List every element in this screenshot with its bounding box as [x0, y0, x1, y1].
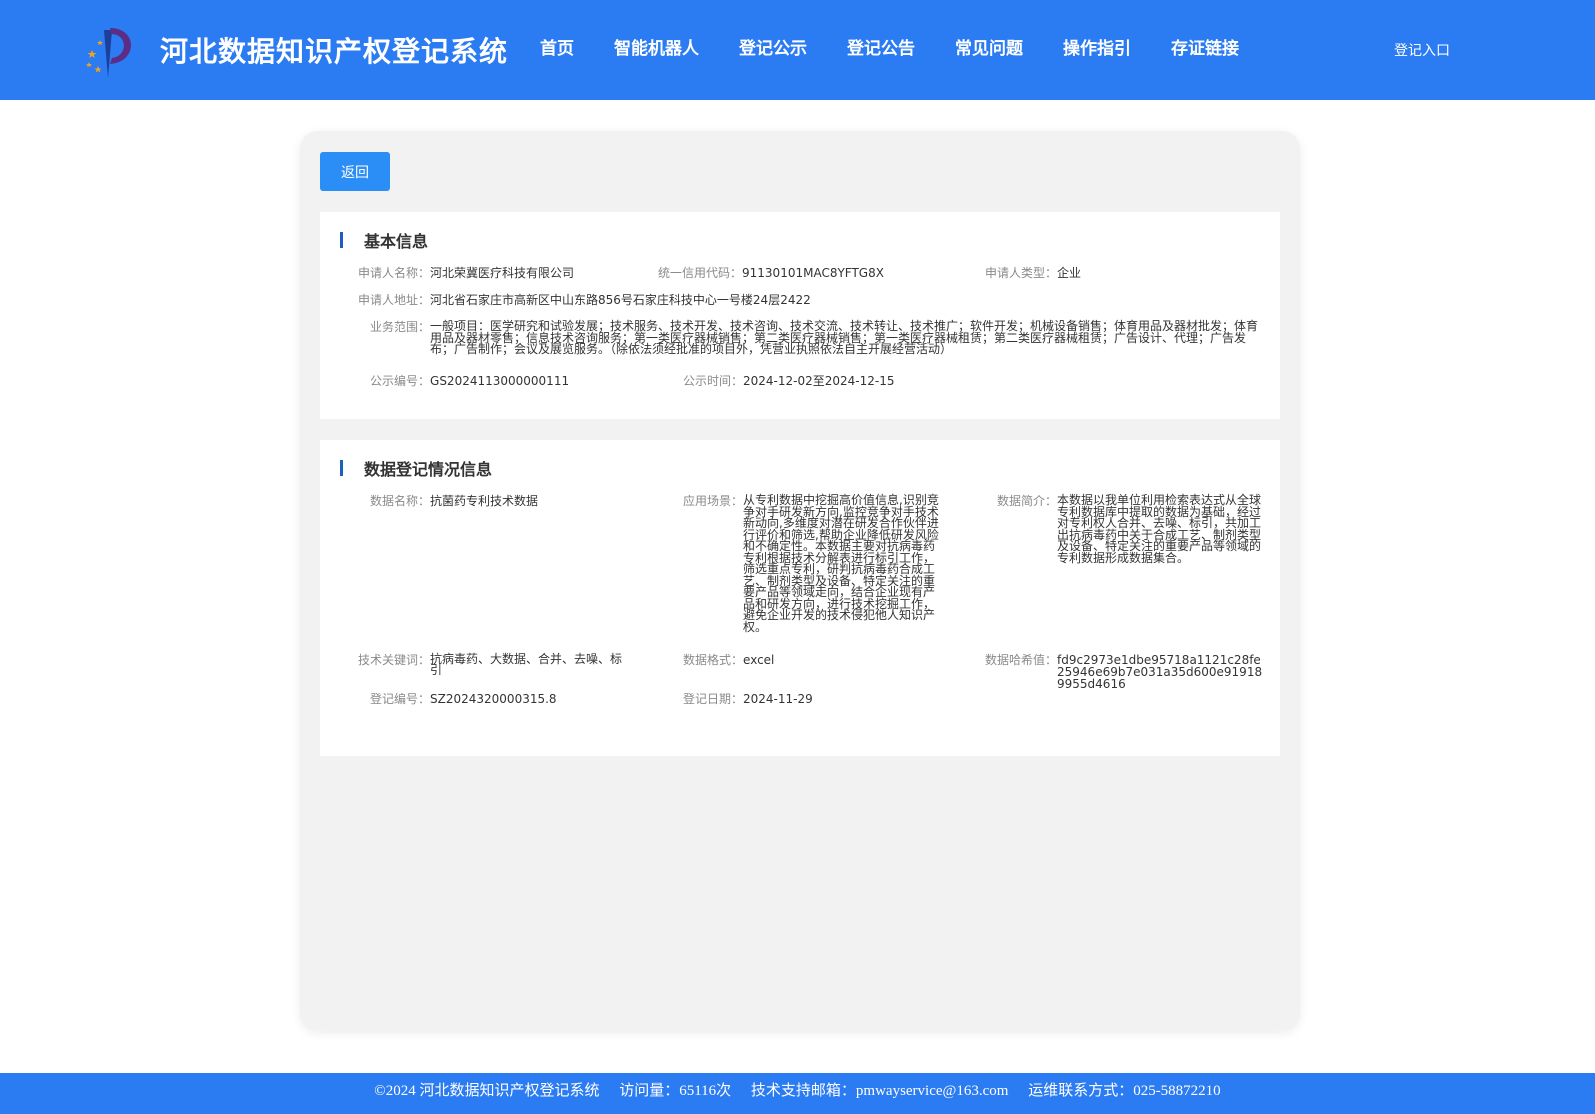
footer-copyright: ©2024 河北数据知识产权登记系统	[374, 1083, 600, 1099]
nav-evidence-link[interactable]: 存证链接	[1171, 34, 1239, 59]
back-button[interactable]: 返回	[320, 152, 390, 191]
footer-visits: 访问量：65116次	[619, 1083, 732, 1099]
notice-no-label: 公示编号：	[370, 374, 431, 388]
business-scope-label: 业务范围：	[370, 320, 431, 334]
login-link[interactable]: 登记入口	[1394, 40, 1450, 60]
nav-registration-announcement[interactable]: 登记公告	[847, 34, 915, 59]
address-label: 申请人地址：	[358, 293, 431, 307]
basic-info-card: 基本信息 申请人名称： 河北荣冀医疗科技有限公司 统一信用代码： 9113010…	[320, 212, 1280, 419]
nav-registration-publicity[interactable]: 登记公示	[739, 34, 807, 59]
address-value: 河北省石家庄市高新区中山东路856号石家庄科技中心一号楼24层2422	[430, 293, 811, 307]
data-hash-label: 数据哈希值：	[985, 653, 1058, 667]
page-footer: ©2024 河北数据知识产权登记系统 访问量：65116次 技术支持邮箱：pmw…	[0, 1073, 1595, 1114]
top-header: 河北数据知识产权登记系统 首页 智能机器人 登记公示 登记公告 常见问题 操作指…	[0, 0, 1595, 100]
footer-phone: 运维联系方式：025-58872210	[1028, 1083, 1221, 1099]
nav-robot[interactable]: 智能机器人	[614, 34, 699, 59]
data-name-value: 抗菌药专利技术数据	[430, 494, 539, 508]
nav-faq[interactable]: 常见问题	[955, 34, 1023, 59]
business-scope-field: 业务范围： 一般项目：医学研究和试验发展；技术服务、技术开发、技术咨询、技术交流…	[370, 319, 1264, 356]
business-scope-value: 一般项目：医学研究和试验发展；技术服务、技术开发、技术咨询、技术交流、技术转让、…	[430, 319, 1259, 356]
address-field: 申请人地址： 河北省石家庄市高新区中山东路856号石家庄科技中心一号楼24层24…	[358, 294, 811, 306]
notice-no-value: GS2024113000000111	[430, 374, 570, 388]
notice-time-label: 公示时间：	[683, 374, 744, 388]
applicant-type-value: 企业	[1057, 266, 1082, 280]
data-hash-field: 数据哈希值： fd9c2973e1dbe95718a1121c28fe25946…	[985, 654, 1265, 690]
main-nav: 首页 智能机器人 登记公示 登记公告 常见问题 操作指引 存证链接	[540, 34, 1279, 59]
credit-code-value: 91130101MAC8YFTG8X	[742, 266, 884, 280]
keywords-field: 技术关键词： 抗病毒药、大数据、合并、去噪、标引	[358, 652, 628, 677]
notice-time-field: 公示时间： 2024-12-02至2024-12-15	[683, 375, 895, 387]
heading-accent-bar	[340, 460, 343, 476]
reg-no-field: 登记编号： SZ2024320000315.8	[370, 693, 557, 705]
registration-info-title: 数据登记情况信息	[364, 460, 493, 479]
reg-no-value: SZ2024320000315.8	[430, 692, 557, 706]
applicant-type-label: 申请人类型：	[985, 266, 1058, 280]
reg-date-value: 2024-11-29	[743, 692, 813, 706]
credit-code-label: 统一信用代码：	[658, 266, 743, 280]
detail-panel: 返回 基本信息 申请人名称： 河北荣冀医疗科技有限公司 统一信用代码： 9113…	[300, 131, 1300, 1031]
data-intro-value: 本数据以我单位利用检索表达式从全球专利数据库中提取的数据为基础，经过对专利权人合…	[1057, 493, 1262, 565]
scenario-label: 应用场景：	[683, 494, 744, 508]
reg-date-field: 登记日期： 2024-11-29	[683, 693, 813, 705]
data-name-label: 数据名称：	[370, 494, 431, 508]
notice-no-field: 公示编号： GS2024113000000111	[370, 375, 569, 387]
data-format-value: excel	[743, 653, 775, 667]
applicant-name-label: 申请人名称：	[358, 266, 431, 280]
data-intro-label: 数据简介：	[997, 494, 1058, 508]
data-intro-field: 数据简介： 本数据以我单位利用检索表达式从全球专利数据库中提取的数据为基础，经过…	[997, 493, 1265, 565]
nav-guide[interactable]: 操作指引	[1063, 34, 1131, 59]
footer-email[interactable]: 技术支持邮箱：pmwayservice@163.com	[751, 1083, 1009, 1099]
data-hash-value: fd9c2973e1dbe95718a1121c28fe25946e69b7e0…	[1057, 653, 1263, 691]
applicant-name-field: 申请人名称： 河北荣冀医疗科技有限公司	[358, 267, 574, 279]
registration-info-card: 数据登记情况信息 数据名称： 抗菌药专利技术数据 应用场景： 从专利数据中挖掘高…	[320, 440, 1280, 756]
reg-date-label: 登记日期：	[683, 692, 744, 706]
nav-home[interactable]: 首页	[540, 34, 574, 59]
data-name-field: 数据名称： 抗菌药专利技术数据	[370, 495, 538, 507]
scenario-value: 从专利数据中挖掘高价值信息,识别竞争对手研发新方向,监控竞争对手技术新动向,多维…	[743, 493, 939, 634]
site-logo[interactable]	[80, 22, 136, 80]
keywords-value: 抗病毒药、大数据、合并、去噪、标引	[430, 652, 623, 677]
scenario-field: 应用场景： 从专利数据中挖掘高价值信息,识别竞争对手研发新方向,监控竞争对手技术…	[683, 493, 945, 634]
registration-info-heading: 数据登记情况信息	[340, 458, 493, 479]
basic-info-title: 基本信息	[364, 232, 429, 251]
credit-code-field: 统一信用代码： 91130101MAC8YFTG8X	[658, 267, 884, 279]
reg-no-label: 登记编号：	[370, 692, 431, 706]
data-format-field: 数据格式： excel	[683, 654, 774, 666]
heading-accent-bar	[340, 232, 343, 248]
data-format-label: 数据格式：	[683, 653, 744, 667]
keywords-label: 技术关键词：	[358, 653, 431, 667]
applicant-type-field: 申请人类型： 企业	[985, 267, 1081, 279]
notice-time-value: 2024-12-02至2024-12-15	[743, 374, 895, 388]
applicant-name-value: 河北荣冀医疗科技有限公司	[430, 266, 575, 280]
basic-info-heading: 基本信息	[340, 230, 429, 251]
site-title: 河北数据知识产权登记系统	[160, 35, 509, 68]
